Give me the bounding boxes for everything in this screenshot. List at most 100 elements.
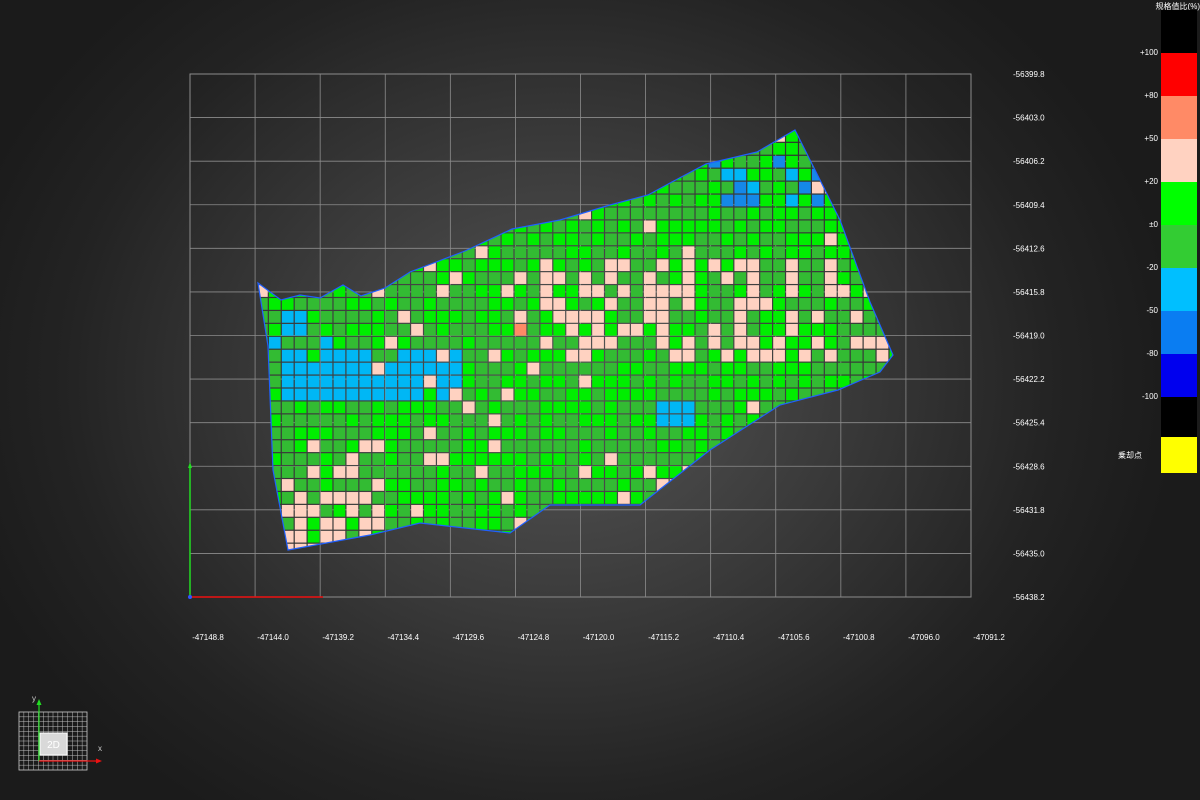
heatmap-cell [527,207,540,220]
heatmap-cell [258,311,268,323]
heatmap-cell [734,323,747,336]
heatmap-cell [643,246,656,259]
heatmap-cell [333,168,346,181]
heatmap-cell [592,453,604,465]
heatmap-cell [398,336,410,349]
heatmap-cell [721,479,734,491]
heatmap-cell [656,259,669,272]
heatmap-cell [333,349,346,362]
heatmap-cell [734,530,747,543]
heatmap-cell [592,414,604,427]
heatmap-cell [837,414,850,427]
heatmap-cell [734,233,747,246]
heatmap-cell [462,272,475,284]
heatmap-cell [527,220,540,233]
heatmap-cell [837,440,850,453]
heatmap-cell [346,466,359,478]
heatmap-cell [747,246,760,259]
heatmap-cell [811,194,824,207]
heatmap-cell [320,375,333,388]
heatmap-cell [773,453,785,465]
heatmap-cell [268,427,281,440]
heatmap-cell [411,323,423,336]
heatmap-cell [346,259,359,272]
heatmap-cell [398,453,410,465]
heatmap-cell [669,298,682,310]
heatmap-cell [566,401,579,414]
heatmap-cell [424,504,436,517]
heatmap-cell [462,259,475,272]
heatmap-cell [811,479,824,491]
heatmap-cell [449,220,462,233]
heatmap-cell [773,492,785,504]
heatmap-cell [734,401,747,414]
heatmap-cell [398,375,410,388]
heatmap-cell [850,530,863,543]
heatmap-cell [643,440,656,453]
surface-viewport[interactable]: -47148.8 -47144.0 -47139.2 -47134.4 -47129.6… [0,0,1200,800]
heatmap-cell [501,375,514,388]
heatmap-cell [488,130,501,142]
heatmap-cell [708,311,721,323]
heatmap-cell [837,362,850,375]
heatmap-cell [747,181,760,194]
y-axis-label: -56438.2 [1013,593,1045,602]
heatmap-cell [449,142,462,155]
heatmap-cell [656,272,669,284]
y-axis-label: -56435.0 [1013,549,1045,558]
heatmap-cell [553,479,566,491]
heatmap-cell [721,194,734,207]
heatmap-cell [488,492,501,504]
heatmap-cell [824,453,837,465]
heatmap-cell [372,479,385,491]
heatmap-cell [721,220,734,233]
heatmap-cell [799,181,811,194]
heatmap-cell [669,504,682,517]
heatmap-cell [449,401,462,414]
heatmap-cell [618,375,630,388]
heatmap-cell [268,336,281,349]
heatmap-cell [876,259,889,272]
heatmap-cell [630,401,643,414]
heatmap-cell [811,311,824,323]
heatmap-cell [618,440,630,453]
heatmap-cell [669,130,682,142]
heatmap-cell [773,517,785,530]
heatmap-cell [488,453,501,465]
heatmap-cell [488,479,501,491]
heatmap-cell [592,168,604,181]
heatmap-cell [592,130,604,142]
heatmap-cell [682,388,695,401]
heatmap-cell [721,323,734,336]
heatmap-cell [527,414,540,427]
heatmap-cell [346,401,359,414]
heatmap-cell [708,194,721,207]
heatmap-cell [424,272,436,284]
heatmap-cell [320,466,333,478]
heatmap-cell [462,479,475,491]
view-mode-widget[interactable]: 2D y x [14,695,114,775]
heatmap-cell [359,440,372,453]
heatmap-cell [889,130,893,142]
heatmap-cell [824,440,837,453]
heatmap-cell [566,298,579,310]
heatmap-cell [424,336,436,349]
heatmap-cell [320,220,333,233]
heatmap-cell [669,362,682,375]
terrain-heatmap[interactable] [256,130,901,555]
heatmap-cell [760,362,772,375]
heatmap-cell [747,285,760,297]
heatmap-cell [811,375,824,388]
heatmap-cell [708,388,721,401]
heatmap-cell [876,466,889,478]
heatmap-cell [773,194,785,207]
heatmap-cell [320,504,333,517]
heatmap-cell [540,311,553,323]
heatmap-cell [475,466,488,478]
heatmap-cell [514,401,527,414]
heatmap-cell [876,427,889,440]
heatmap-cell [566,517,579,530]
heatmap-cell [307,466,320,478]
heatmap-cell [773,375,785,388]
heatmap-cell [359,233,372,246]
